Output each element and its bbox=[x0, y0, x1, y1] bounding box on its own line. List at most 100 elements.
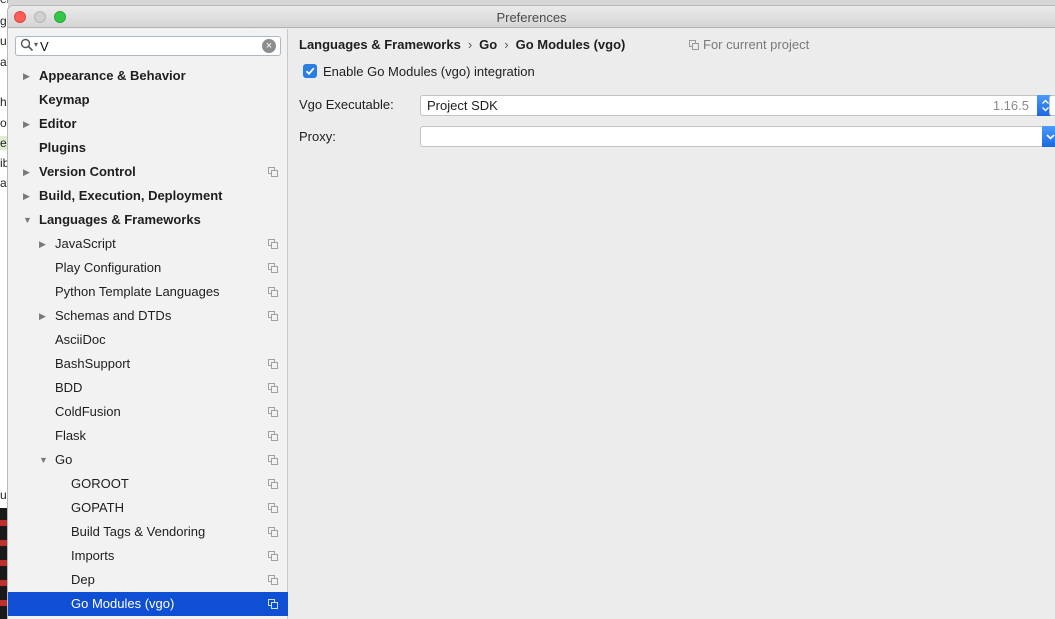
sidebar-item-bashsupport[interactable]: BashSupport bbox=[8, 352, 288, 376]
vgo-executable-version: 1.16.5 bbox=[992, 98, 1029, 113]
background-error-line bbox=[0, 580, 8, 586]
project-scope-icon bbox=[268, 455, 278, 465]
sidebar-item-schemas-and-dtds[interactable]: ▶ Schemas and DTDs bbox=[8, 304, 288, 328]
sidebar-item-imports[interactable]: Imports bbox=[8, 544, 288, 568]
vgo-executable-select[interactable]: Project SDK 1.16.5 bbox=[420, 95, 1054, 116]
vgo-executable-label: Vgo Executable: bbox=[299, 97, 394, 112]
chevron-down-icon bbox=[1046, 134, 1055, 140]
collapsed-arrow-icon[interactable]: ▶ bbox=[39, 304, 46, 328]
sidebar-item-goroot[interactable]: GOROOT bbox=[8, 472, 288, 496]
sidebar-item-label: Languages & Frameworks bbox=[39, 212, 201, 227]
sidebar-item-version-control[interactable]: ▶ Version Control bbox=[8, 160, 288, 184]
sidebar-item-editor[interactable]: ▶ Editor bbox=[8, 112, 288, 136]
collapsed-arrow-icon[interactable]: ▶ bbox=[23, 160, 30, 184]
enable-vgo-row[interactable]: Enable Go Modules (vgo) integration bbox=[303, 64, 535, 79]
sidebar-item-label: GOPATH bbox=[71, 500, 124, 515]
enable-vgo-checkbox[interactable] bbox=[303, 64, 317, 78]
project-scope-icon bbox=[268, 527, 278, 537]
background-text-fragment: ents bbox=[0, 0, 8, 6]
sidebar-item-label: Schemas and DTDs bbox=[55, 308, 172, 323]
settings-sidebar: ▾ × ▶ Appearance & Behavior Keymap ▶ Editor P… bbox=[8, 29, 288, 619]
breadcrumb: Languages & Frameworks › Go › Go Modules (vg… bbox=[299, 37, 625, 52]
breadcrumb-item: Go bbox=[479, 37, 498, 52]
vgo-executable-value: Project SDK bbox=[427, 98, 498, 113]
title-bar[interactable]: Preferences bbox=[8, 6, 1055, 28]
expanded-arrow-icon[interactable]: ▼ bbox=[23, 208, 32, 232]
background-text-fragment: ge bbox=[0, 14, 8, 28]
background-error-line bbox=[0, 560, 8, 566]
collapsed-arrow-icon[interactable]: ▶ bbox=[23, 184, 30, 208]
sidebar-item-appearance-and-behavior[interactable]: ▶ Appearance & Behavior bbox=[8, 64, 288, 88]
scope-label: For current project bbox=[703, 37, 810, 52]
sidebar-item-label: Flask bbox=[55, 428, 87, 443]
background-text-fragment: ui bbox=[0, 488, 8, 502]
sidebar-item-label: ColdFusion bbox=[55, 404, 121, 419]
project-scope-icon bbox=[268, 479, 278, 489]
sidebar-item-coldfusion[interactable]: ColdFusion bbox=[8, 400, 288, 424]
sidebar-item-dep[interactable]: Dep bbox=[8, 568, 288, 592]
collapsed-arrow-icon[interactable]: ▶ bbox=[23, 64, 30, 88]
background-text-fragment: es bbox=[0, 136, 8, 150]
collapsed-arrow-icon[interactable]: ▶ bbox=[23, 112, 30, 136]
sidebar-item-label: Editor bbox=[39, 116, 77, 131]
sidebar-item-label: BashSupport bbox=[55, 356, 131, 371]
sidebar-item-label: Go Modules (vgo) bbox=[71, 596, 175, 611]
clear-search-icon[interactable]: × bbox=[262, 39, 276, 53]
scope-indicator: For current project bbox=[689, 37, 809, 52]
sidebar-item-label: Build, Execution, Deployment bbox=[39, 188, 223, 203]
sidebar-item-label: Version Control bbox=[39, 164, 136, 179]
sidebar-item-play-configuration[interactable]: Play Configuration bbox=[8, 256, 288, 280]
sidebar-item-languages-and-frameworks[interactable]: ▼ Languages & Frameworks bbox=[8, 208, 288, 232]
sidebar-item-label: GOROOT bbox=[71, 476, 129, 491]
collapsed-arrow-icon[interactable]: ▶ bbox=[39, 232, 46, 256]
sidebar-item-build-tags-and-vendoring[interactable]: Build Tags & Vendoring bbox=[8, 520, 288, 544]
sidebar-item-flask[interactable]: Flask bbox=[8, 424, 288, 448]
project-scope-icon bbox=[268, 575, 278, 585]
background-text-fragment: a bbox=[0, 176, 7, 190]
sidebar-item-javascript[interactable]: ▶ JavaScript bbox=[8, 232, 288, 256]
settings-search[interactable]: ▾ × bbox=[15, 36, 281, 56]
sidebar-item-plugins[interactable]: Plugins bbox=[8, 136, 288, 160]
project-scope-icon bbox=[268, 263, 278, 273]
breadcrumb-item: Languages & Frameworks bbox=[299, 37, 461, 52]
sidebar-item-label: Appearance & Behavior bbox=[39, 68, 186, 83]
sidebar-item-go-modules-vgo[interactable]: Go Modules (vgo) bbox=[8, 592, 288, 616]
enable-vgo-label: Enable Go Modules (vgo) integration bbox=[323, 64, 535, 79]
sidebar-item-label: Python Template Languages bbox=[55, 284, 220, 299]
sidebar-item-label: Play Configuration bbox=[55, 260, 162, 275]
sidebar-item-gopath[interactable]: GOPATH bbox=[8, 496, 288, 520]
project-scope-icon bbox=[689, 40, 699, 50]
breadcrumb-separator: › bbox=[467, 37, 473, 52]
search-icon bbox=[20, 38, 34, 52]
proxy-select[interactable] bbox=[420, 126, 1055, 147]
settings-content: Languages & Frameworks › Go › Go Modules (vg… bbox=[289, 29, 1055, 619]
preferences-window: Preferences ▾ × ▶ Appearance & Behavior Ke… bbox=[8, 6, 1055, 619]
proxy-dropdown-button[interactable] bbox=[1042, 126, 1055, 147]
project-scope-icon bbox=[268, 167, 278, 177]
proxy-label: Proxy: bbox=[299, 129, 336, 144]
sidebar-item-asciidoc[interactable]: AsciiDoc bbox=[8, 328, 288, 352]
sidebar-item-keymap[interactable]: Keymap bbox=[8, 88, 288, 112]
search-input[interactable] bbox=[40, 38, 250, 54]
sidebar-item-label: Imports bbox=[71, 548, 115, 563]
sidebar-item-bdd[interactable]: BDD bbox=[8, 376, 288, 400]
project-scope-icon bbox=[268, 383, 278, 393]
project-scope-icon bbox=[268, 551, 278, 561]
project-scope-icon bbox=[268, 287, 278, 297]
breadcrumb-separator: › bbox=[504, 37, 509, 52]
window-title: Preferences bbox=[496, 10, 567, 25]
background-text-fragment: al bbox=[0, 55, 8, 69]
sidebar-item-label: JavaScript bbox=[55, 236, 116, 251]
sidebar-item-go[interactable]: ▼ Go bbox=[8, 448, 288, 472]
sidebar-item-label: AsciiDoc bbox=[55, 332, 106, 347]
expanded-arrow-icon[interactable]: ▼ bbox=[39, 448, 48, 472]
sidebar-item-label: Plugins bbox=[39, 140, 86, 155]
sidebar-item-build-execution-deployment[interactable]: ▶ Build, Execution, Deployment bbox=[8, 184, 288, 208]
search-history-chevron-icon[interactable]: ▾ bbox=[34, 40, 38, 49]
vgo-executable-browse-button[interactable] bbox=[1049, 95, 1055, 116]
background-text-fragment: o bbox=[0, 116, 7, 130]
sidebar-item-python-template-languages[interactable]: Python Template Languages bbox=[8, 280, 288, 304]
settings-tree: ▶ Appearance & Behavior Keymap ▶ Editor Plugi… bbox=[8, 64, 288, 616]
project-scope-icon bbox=[268, 599, 278, 609]
project-scope-icon bbox=[268, 431, 278, 441]
